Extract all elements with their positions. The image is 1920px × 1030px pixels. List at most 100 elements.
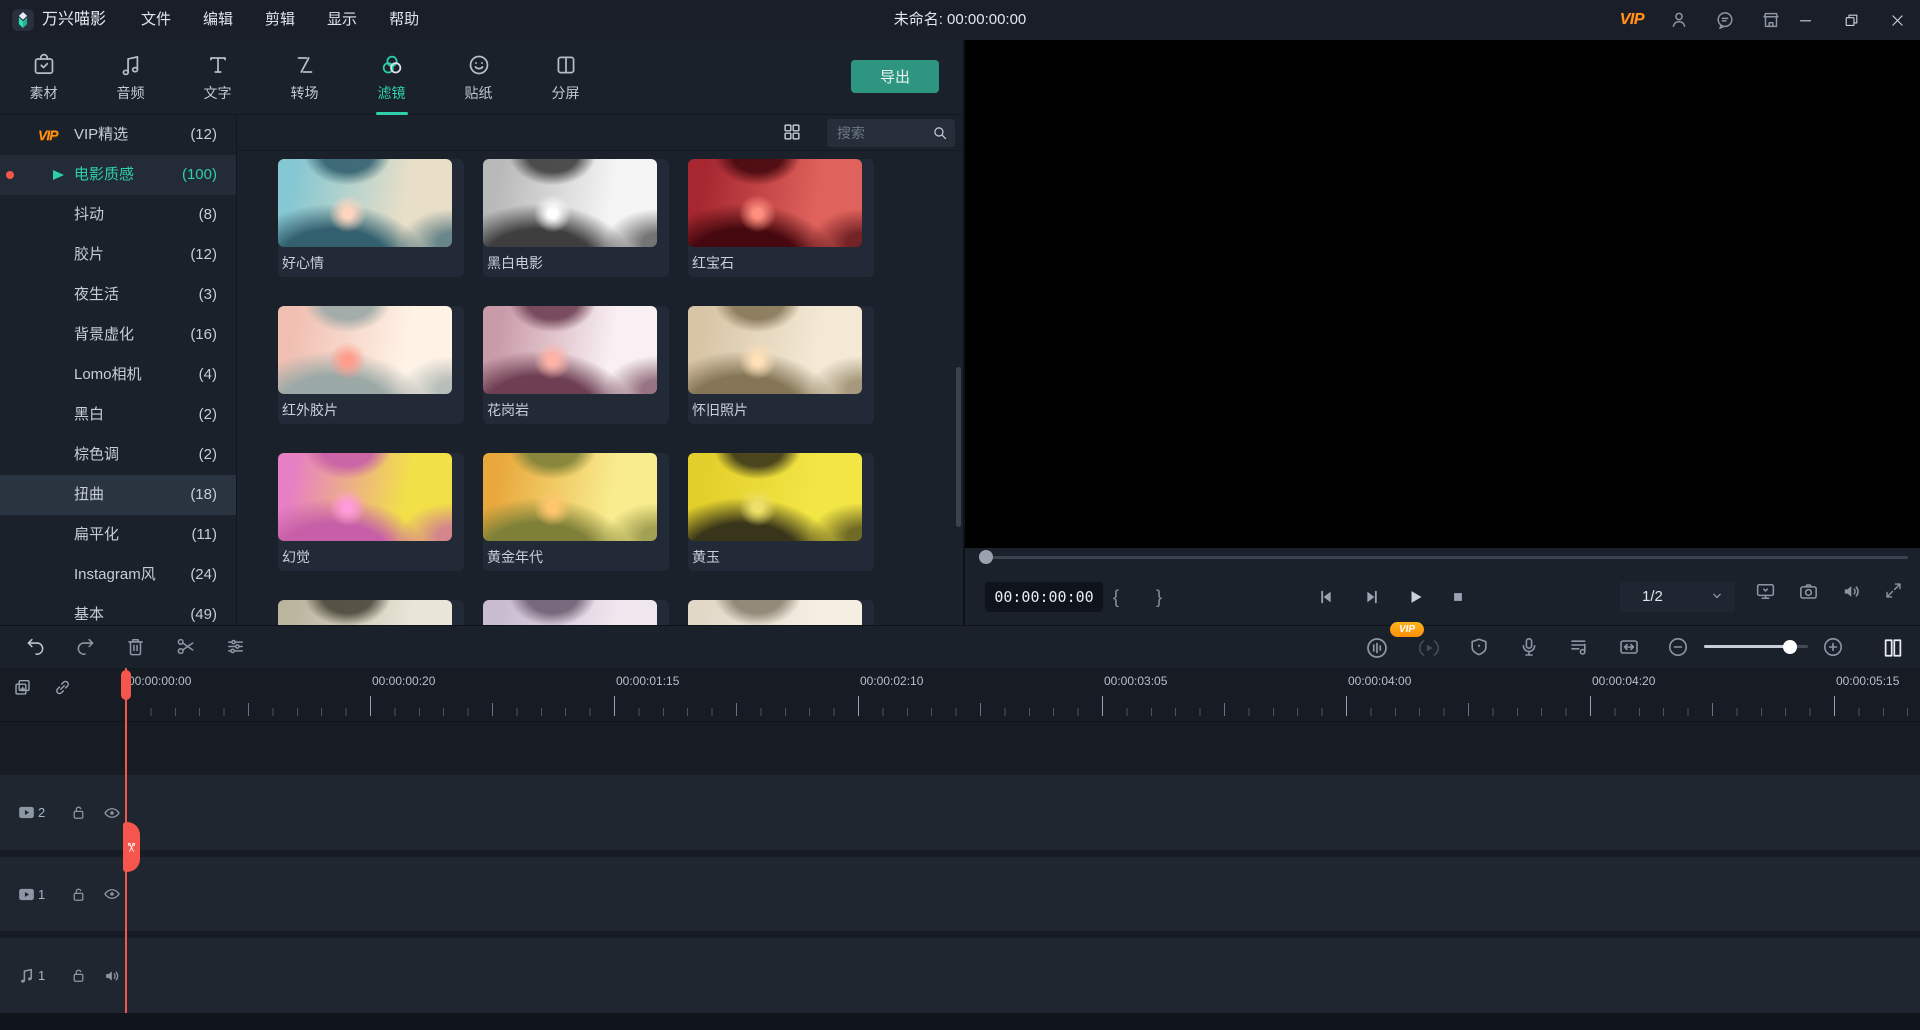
render-preview-button[interactable] bbox=[1416, 635, 1442, 661]
filter-thumbnail[interactable] bbox=[278, 306, 452, 394]
filter-thumbnail[interactable] bbox=[278, 453, 452, 541]
sidebar-item-背景虚化[interactable]: 背景虚化(16) bbox=[0, 315, 236, 355]
add-track-button[interactable] bbox=[12, 677, 33, 698]
preview-quality-dropdown[interactable]: 1/2 bbox=[1620, 582, 1735, 612]
sidebar-item-抖动[interactable]: 抖动(8) bbox=[0, 195, 236, 235]
filter-item-花岗岩[interactable]: 花岗岩 bbox=[483, 306, 669, 424]
restore-button[interactable] bbox=[1828, 0, 1874, 40]
record-voiceover-button[interactable] bbox=[1517, 635, 1541, 659]
toggle-visibility-icon[interactable] bbox=[102, 803, 122, 823]
tab-贴纸[interactable]: 贴纸 bbox=[435, 40, 522, 115]
snapshot-button[interactable] bbox=[1797, 580, 1820, 603]
tab-分屏[interactable]: 分屏 bbox=[522, 40, 609, 115]
account-icon[interactable] bbox=[1668, 9, 1690, 31]
menu-item-2[interactable]: 剪辑 bbox=[249, 0, 311, 40]
filter-thumbnail[interactable] bbox=[278, 600, 452, 625]
marker-button[interactable] bbox=[1467, 635, 1491, 659]
filter-thumbnail[interactable] bbox=[688, 306, 862, 394]
adjust-button[interactable] bbox=[224, 635, 247, 658]
filter-thumbnail[interactable] bbox=[278, 159, 452, 247]
sidebar-item-夜生活[interactable]: 夜生活(3) bbox=[0, 275, 236, 315]
timeline-ruler[interactable]: 00:00:00:0000:00:00:2000:00:01:1500:00:0… bbox=[0, 668, 1920, 722]
audio-track-1[interactable]: 1 bbox=[0, 938, 1920, 1013]
filter-item-好心情[interactable]: 好心情 bbox=[278, 159, 464, 277]
mark-in-button[interactable]: { bbox=[1113, 582, 1119, 612]
playhead[interactable] bbox=[125, 668, 127, 1013]
stop-button[interactable] bbox=[1449, 588, 1467, 606]
store-icon[interactable] bbox=[1760, 9, 1782, 31]
tab-转场[interactable]: 转场 bbox=[261, 40, 348, 115]
tab-文字[interactable]: 文字 bbox=[174, 40, 261, 115]
lock-track-icon[interactable] bbox=[69, 803, 88, 822]
split-clip-button[interactable] bbox=[174, 635, 197, 658]
grid-view-icon[interactable] bbox=[781, 121, 803, 143]
filter-item-partial-11[interactable] bbox=[688, 600, 874, 625]
timeline[interactable]: 00:00:00:0000:00:00:2000:00:01:1500:00:0… bbox=[0, 668, 1920, 1030]
sidebar-item-棕色调[interactable]: 棕色调(2) bbox=[0, 435, 236, 475]
video-preview[interactable] bbox=[965, 40, 1920, 548]
tab-素材[interactable]: 素材 bbox=[0, 40, 87, 115]
sidebar-item-Instagram风[interactable]: Instagram风(24) bbox=[0, 555, 236, 595]
search-input[interactable] bbox=[837, 125, 931, 141]
tab-音频[interactable]: 音频 bbox=[87, 40, 174, 115]
filter-item-partial-10[interactable] bbox=[483, 600, 669, 625]
feedback-icon[interactable] bbox=[1714, 9, 1736, 31]
filter-thumbnail[interactable] bbox=[483, 159, 657, 247]
filter-item-幻觉[interactable]: 幻觉 bbox=[278, 453, 464, 571]
playhead-handle[interactable] bbox=[121, 670, 131, 700]
filter-thumbnail[interactable] bbox=[688, 159, 862, 247]
sidebar-item-电影质感[interactable]: 电影质感(100) bbox=[0, 155, 236, 195]
timeline-zoom-slider[interactable] bbox=[1704, 645, 1808, 648]
filter-item-红宝石[interactable]: 红宝石 bbox=[688, 159, 874, 277]
filter-item-黄玉[interactable]: 黄玉 bbox=[688, 453, 874, 571]
seek-handle[interactable] bbox=[979, 550, 993, 564]
sidebar-item-胶片[interactable]: 胶片(12) bbox=[0, 235, 236, 275]
library-scrollbar[interactable] bbox=[956, 367, 961, 527]
panel-layout-button[interactable] bbox=[1880, 635, 1906, 661]
menu-item-1[interactable]: 编辑 bbox=[187, 0, 249, 40]
zoom-slider-handle[interactable] bbox=[1783, 640, 1797, 654]
sidebar-item-黑白[interactable]: 黑白(2) bbox=[0, 395, 236, 435]
filter-item-红外胶片[interactable]: 红外胶片 bbox=[278, 306, 464, 424]
video-track-2[interactable]: 2 bbox=[0, 775, 1920, 850]
minimize-button[interactable] bbox=[1782, 0, 1828, 40]
fullscreen-button[interactable] bbox=[1883, 580, 1904, 601]
filter-thumbnail[interactable] bbox=[483, 453, 657, 541]
lock-track-icon[interactable] bbox=[69, 885, 88, 904]
previous-frame-button[interactable] bbox=[1317, 587, 1337, 607]
sidebar-item-Lomo相机[interactable]: Lomo相机(4) bbox=[0, 355, 236, 395]
timeline-bottom-scroll-area[interactable] bbox=[0, 1013, 1920, 1030]
menu-item-3[interactable]: 显示 bbox=[311, 0, 373, 40]
sidebar-item-扁平化[interactable]: 扁平化(11) bbox=[0, 515, 236, 555]
filter-thumbnail[interactable] bbox=[688, 600, 862, 625]
search-icon[interactable] bbox=[931, 124, 949, 142]
filter-item-partial-9[interactable] bbox=[278, 600, 464, 625]
menu-item-0[interactable]: 文件 bbox=[125, 0, 187, 40]
playhead-split-button[interactable] bbox=[123, 822, 140, 872]
sidebar-item-基本[interactable]: 基本(49) bbox=[0, 595, 236, 625]
filter-thumbnail[interactable] bbox=[483, 600, 657, 625]
vip-button[interactable]: VIP bbox=[1620, 11, 1644, 29]
menu-item-4[interactable]: 帮助 bbox=[373, 0, 435, 40]
lock-track-icon[interactable] bbox=[69, 966, 88, 985]
tab-滤镜[interactable]: 滤镜 bbox=[348, 40, 435, 115]
link-clips-button[interactable] bbox=[52, 677, 73, 698]
zoom-out-button[interactable] bbox=[1666, 635, 1690, 659]
redo-button[interactable] bbox=[74, 635, 97, 658]
sidebar-item-VIP精选[interactable]: VIPVIP精选(12) bbox=[0, 115, 236, 155]
filter-thumbnail[interactable] bbox=[483, 306, 657, 394]
undo-button[interactable] bbox=[24, 635, 47, 658]
close-button[interactable] bbox=[1874, 0, 1920, 40]
mute-track-icon[interactable] bbox=[102, 966, 122, 986]
delete-button[interactable] bbox=[124, 635, 147, 658]
filter-item-黄金年代[interactable]: 黄金年代 bbox=[483, 453, 669, 571]
audio-mixer-button[interactable] bbox=[1364, 635, 1390, 661]
next-frame-button[interactable] bbox=[1361, 587, 1381, 607]
toggle-visibility-icon[interactable] bbox=[102, 884, 122, 904]
zoom-in-button[interactable] bbox=[1821, 635, 1845, 659]
filter-thumbnail[interactable] bbox=[688, 453, 862, 541]
seek-track[interactable] bbox=[985, 556, 1908, 559]
filter-item-黑白电影[interactable]: 黑白电影 bbox=[483, 159, 669, 277]
export-button[interactable]: 导出 bbox=[851, 60, 939, 93]
audio-stretch-button[interactable] bbox=[1567, 635, 1591, 659]
